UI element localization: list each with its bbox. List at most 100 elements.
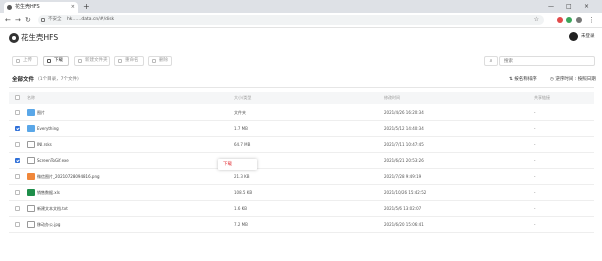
file-icon — [27, 141, 35, 148]
trash-icon — [152, 59, 156, 63]
url-field[interactable]: 不安全 hk……data.cn/#/disk ☆ — [38, 15, 544, 25]
profile-icon[interactable] — [576, 17, 582, 23]
user-avatar-icon[interactable] — [569, 32, 578, 41]
minimize-button[interactable]: — — [548, 1, 554, 12]
security-label: 不安全 — [48, 17, 62, 22]
excel-file-icon — [27, 189, 35, 196]
sort-by-name-button[interactable]: ⇅ 按名称排序 — [509, 76, 537, 84]
table-row[interactable]: 图片 文件夹 2021/4/26 16:20:34 - — [9, 105, 594, 121]
row-checkbox[interactable] — [15, 222, 20, 227]
file-name[interactable]: 图片 — [37, 105, 45, 120]
folder-icon — [27, 125, 35, 132]
file-share: - — [534, 206, 536, 211]
file-share: - — [534, 222, 536, 227]
new-folder-button[interactable]: 新建文件夹 — [74, 56, 110, 66]
header-share: 共享链接 — [534, 95, 550, 100]
sort-toggle-label: 逆序时间 : 按照日期 — [555, 77, 596, 82]
download-label: 下载 — [54, 58, 63, 63]
sort-order-toggle[interactable]: ◷ 逆序时间 : 按照日期 — [550, 76, 596, 84]
rename-icon — [118, 59, 122, 63]
reload-icon[interactable]: ↻ — [25, 15, 31, 25]
window-close-button[interactable]: × — [584, 1, 589, 12]
search-button[interactable]: ⌕ — [484, 56, 498, 66]
file-date: 2021/7/11 10:47:45 — [384, 142, 424, 147]
header-date[interactable]: 修改时间 — [384, 92, 400, 104]
url-text: hk……data.cn/#/disk — [66, 17, 115, 22]
bookmark-star-icon[interactable]: ☆ — [534, 15, 539, 25]
section-divider — [9, 87, 594, 88]
user-name[interactable]: 未登录 — [581, 32, 595, 42]
table-row[interactable]: 销售数据.xls 108.5 KB 2021/10/26 15:42:52 - — [9, 185, 594, 201]
file-name[interactable]: 新建文本文档.txt — [37, 201, 68, 216]
row-checkbox[interactable] — [15, 206, 20, 211]
table-row[interactable]: Everything 1.7 MB 2021/5/12 14:40:34 - — [9, 121, 594, 137]
download-icon — [47, 59, 51, 63]
table-row[interactable]: 新建文本文档.txt 1.6 KB 2021/5/6 13:02:07 - — [9, 201, 594, 217]
file-name[interactable]: 移动办公.jpg — [37, 217, 60, 232]
file-name[interactable]: Everything — [37, 121, 59, 136]
file-size: 1.7 MB — [234, 126, 248, 131]
new-tab-button[interactable]: + — [83, 1, 90, 12]
header-name[interactable]: 名称 — [27, 92, 35, 104]
delete-button[interactable]: 删除 — [148, 56, 172, 66]
browser-menu-icon[interactable]: ⋮ — [588, 15, 595, 25]
extension-icon[interactable] — [566, 17, 572, 23]
app-title: 花生壳HFS — [21, 33, 59, 42]
file-share: - — [534, 190, 536, 195]
file-date: 2021/5/12 14:40:34 — [384, 126, 424, 131]
address-bar: ← → ↻ 不安全 hk……data.cn/#/disk ☆ ⋮ — [0, 13, 602, 28]
file-date: 2021/5/6 13:02:07 — [384, 206, 422, 211]
tab-title: 花生壳HFS — [15, 4, 40, 10]
file-date: 2021/6/21 20:53:26 — [384, 158, 424, 163]
search-input[interactable] — [499, 56, 595, 66]
file-size: 文件夹 — [234, 110, 246, 115]
table-row[interactable]: 微信图片_20210728094816.png 21.3 KB 2021/7/2… — [9, 169, 594, 185]
file-date: 2021/6/20 15:06:41 — [384, 222, 424, 227]
section-title: 全部文件 — [12, 77, 35, 83]
exe-file-icon — [27, 157, 35, 164]
text-file-icon — [27, 205, 35, 212]
file-size: 64.7 MB — [234, 142, 251, 147]
site-favicon-icon — [7, 5, 12, 10]
extension-icon[interactable] — [557, 17, 563, 23]
forward-icon[interactable]: → — [15, 15, 21, 25]
rename-button[interactable]: 重命名 — [114, 56, 144, 66]
context-menu-download[interactable]: 下载 — [223, 159, 232, 170]
row-checkbox[interactable] — [15, 110, 20, 115]
row-checkbox[interactable] — [15, 174, 20, 179]
new-folder-icon — [78, 59, 82, 63]
file-name[interactable]: INI.rsks — [37, 137, 52, 152]
upload-label: 上传 — [23, 58, 32, 63]
back-icon[interactable]: ← — [5, 15, 11, 25]
file-size: 1.6 KB — [234, 206, 247, 211]
file-date: 2021/4/26 16:20:34 — [384, 110, 424, 115]
file-share: - — [534, 142, 536, 147]
header-size[interactable]: 大小/类型 — [234, 92, 251, 104]
file-share: - — [534, 158, 536, 163]
upload-icon — [16, 59, 20, 63]
download-button[interactable]: 下载 — [43, 56, 69, 66]
new-folder-label: 新建文件夹 — [85, 58, 108, 63]
browser-tab[interactable]: 花生壳HFS × — [4, 2, 78, 13]
file-share: - — [534, 174, 536, 179]
row-checkbox[interactable] — [15, 190, 20, 195]
file-name[interactable]: 微信图片_20210728094816.png — [37, 169, 100, 184]
table-row[interactable]: ScreenToGif.exe 2021/6/21 20:53:26 - — [9, 153, 594, 169]
file-size: 21.3 KB — [234, 174, 250, 179]
row-checkbox[interactable] — [15, 142, 20, 147]
file-name[interactable]: ScreenToGif.exe — [37, 153, 69, 168]
table-row[interactable]: INI.rsks 64.7 MB 2021/7/11 10:47:45 - — [9, 137, 594, 153]
file-name[interactable]: 销售数据.xls — [37, 185, 60, 200]
file-share: - — [534, 126, 536, 131]
table-header: 名称 大小/类型 修改时间 共享链接 — [9, 92, 594, 104]
row-checkbox[interactable] — [15, 158, 20, 163]
app-logo-icon — [9, 33, 19, 43]
sort-label: 按名称排序 — [514, 77, 537, 82]
select-all-checkbox[interactable] — [15, 95, 20, 100]
upload-button[interactable]: 上传 — [12, 56, 38, 66]
browser-tab-bar: 花生壳HFS × + — □ × — [0, 0, 602, 13]
tab-close-icon[interactable]: × — [71, 2, 75, 13]
row-checkbox[interactable] — [15, 126, 20, 131]
table-row[interactable]: 移动办公.jpg 7.2 MB 2021/6/20 15:06:41 - — [9, 217, 594, 233]
maximize-button[interactable]: □ — [566, 1, 572, 12]
